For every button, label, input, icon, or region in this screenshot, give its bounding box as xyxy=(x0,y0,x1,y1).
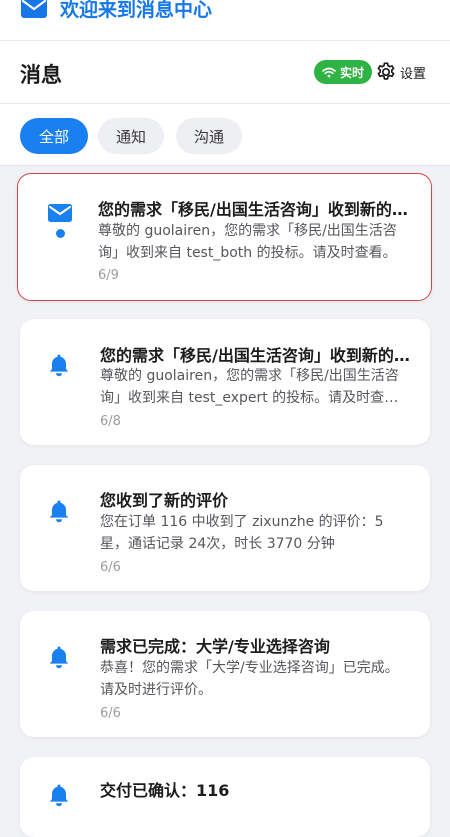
settings-button[interactable]: 设置 xyxy=(375,58,426,86)
message-title: 您收到了新的评价 xyxy=(100,491,229,510)
welcome-banner: 欢迎来到消息中心 xyxy=(0,0,450,41)
message-date: 6/6 xyxy=(100,706,121,721)
message-card[interactable]: 您收到了新的评价 您在订单 116 中收到了 zixunzhe 的评价：5星，通… xyxy=(20,465,430,591)
envelope-icon xyxy=(21,0,47,18)
bell-icon xyxy=(49,784,69,807)
message-title: 您的需求「移民/出国生活咨询」收到新的投标 xyxy=(100,346,410,365)
message-card[interactable]: 交付已确认：116 xyxy=(20,757,430,837)
page-title: 消息 xyxy=(20,63,62,87)
tab-all[interactable]: 全部 xyxy=(20,118,88,154)
tab-notice-label: 通知 xyxy=(115,127,146,146)
filter-tabs: 全部 通知 沟通 xyxy=(0,104,450,166)
tab-communication-label: 沟通 xyxy=(193,127,224,146)
tab-notice[interactable]: 通知 xyxy=(98,118,164,154)
live-label: 实时 xyxy=(339,65,364,80)
unread-dot xyxy=(56,229,65,238)
message-title: 交付已确认：116 xyxy=(100,781,230,800)
wifi-icon xyxy=(322,67,336,77)
gear-icon xyxy=(377,62,395,80)
message-date: 6/9 xyxy=(98,268,119,283)
banner-title: 欢迎来到消息中心 xyxy=(60,0,213,21)
page-header: 消息 实时 设置 xyxy=(0,41,450,104)
bell-icon xyxy=(49,354,69,377)
bell-icon xyxy=(49,500,69,523)
message-card[interactable]: 您的需求「移民/出国生活咨询」收到新的投标 尊敬的 guolairen，您的需求… xyxy=(20,319,430,445)
tab-communication[interactable]: 沟通 xyxy=(176,118,242,154)
message-body: 您在订单 116 中收到了 zixunzhe 的评价：5星，通话记录 24次，时… xyxy=(100,514,384,552)
message-card[interactable]: 需求已完成：大学/专业选择咨询 恭喜！您的需求「大学/专业选择咨询」已完成。请及… xyxy=(20,611,430,737)
message-date: 6/6 xyxy=(100,560,121,575)
message-body: 恭喜！您的需求「大学/专业选择咨询」已完成。请及时进行评价。 xyxy=(100,660,399,698)
message-card[interactable]: 您的需求「移民/出国生活咨询」收到新的投标 尊敬的 guolairen，您的需求… xyxy=(17,173,432,301)
message-date: 6/8 xyxy=(100,414,121,429)
live-status-badge: 实时 xyxy=(314,60,372,84)
message-body: 尊敬的 guolairen，您的需求「移民/出国生活咨询」收到来自 test_e… xyxy=(100,368,399,406)
envelope-icon xyxy=(48,204,72,222)
message-title: 需求已完成：大学/专业选择咨询 xyxy=(100,637,330,656)
message-body: 尊敬的 guolairen，您的需求「移民/出国生活咨询」收到来自 test_b… xyxy=(98,223,397,261)
settings-label: 设置 xyxy=(400,66,427,82)
message-title: 您的需求「移民/出国生活咨询」收到新的投标 xyxy=(98,200,411,219)
tab-all-label: 全部 xyxy=(38,127,69,146)
bell-icon xyxy=(49,646,69,669)
